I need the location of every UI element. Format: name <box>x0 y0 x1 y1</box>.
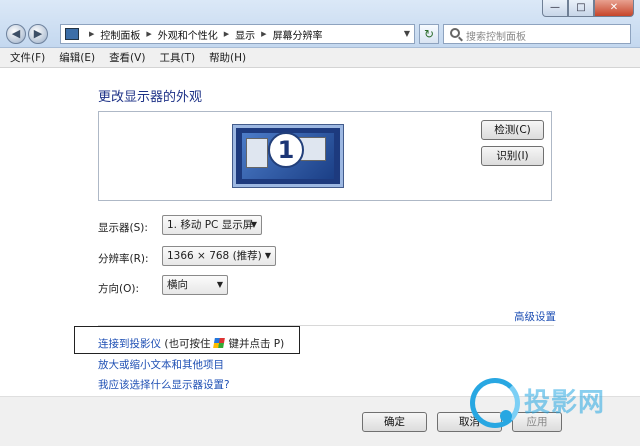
chevron-down-icon: ▼ <box>216 280 223 289</box>
back-icon: ◀ <box>11 27 21 40</box>
orientation-select[interactable]: 横向 ▼ <box>162 275 228 295</box>
minimize-button[interactable]: — <box>542 0 568 17</box>
menu-file[interactable]: 文件(F) <box>10 50 45 65</box>
resolution-select[interactable]: 1366 × 768 (推荐) ▼ <box>162 246 276 266</box>
watermark-text: 投影网 <box>524 388 606 418</box>
menu-bar: 文件(F) 编辑(E) 查看(V) 工具(T) 帮助(H) <box>0 48 640 68</box>
projector-row: 连接到投影仪 (也可按住 键并点击 P) <box>98 336 284 351</box>
breadcrumb-screen-resolution[interactable]: 屏幕分辨率 <box>273 27 323 42</box>
detect-button[interactable]: 检测(C) <box>481 120 544 140</box>
resolution-select-value: 1366 × 768 (推荐) <box>167 250 262 262</box>
chevron-down-icon: ▼ <box>264 251 271 260</box>
chevron-down-icon: ▼ <box>250 220 257 229</box>
back-button[interactable]: ◀ <box>6 24 26 44</box>
search-input[interactable]: 搜索控制面板 <box>443 24 631 44</box>
refresh-button[interactable]: ↻ <box>419 24 439 44</box>
advanced-settings-link[interactable]: 高级设置 <box>514 309 556 324</box>
menu-edit[interactable]: 编辑(E) <box>59 50 95 65</box>
search-icon <box>450 28 460 38</box>
text-size-link[interactable]: 放大或缩小文本和其他项目 <box>98 357 224 372</box>
monitor-icon[interactable]: 1 <box>233 125 343 187</box>
forward-icon: ▶ <box>33 27 43 40</box>
forward-button[interactable]: ▶ <box>28 24 48 44</box>
breadcrumb: ▶ 控制面板 ▶ 外观和个性化 ▶ 显示 ▶ 屏幕分辨率 <box>83 27 323 42</box>
refresh-icon: ↻ <box>423 27 435 41</box>
connect-projector-link[interactable]: 连接到投影仪 <box>98 338 161 350</box>
resolution-label: 分辨率(R): <box>98 253 149 265</box>
windows-key-icon <box>213 338 226 348</box>
display-select[interactable]: 1. 移动 PC 显示屏 ▼ <box>162 215 262 235</box>
orientation-label: 方向(O): <box>98 283 139 295</box>
watermark-logo: 投影网 <box>470 378 640 438</box>
display-select-value: 1. 移动 PC 显示屏 <box>167 219 254 231</box>
monitor-number: 1 <box>268 132 304 168</box>
page-title: 更改显示器的外观 <box>98 90 203 105</box>
maximize-button[interactable]: □ <box>568 0 594 17</box>
search-placeholder: 搜索控制面板 <box>466 32 526 43</box>
identify-button[interactable]: 识别(I) <box>481 146 544 166</box>
display-preview: 1 检测(C) 识别(I) <box>98 111 552 201</box>
breadcrumb-display[interactable]: 显示 <box>235 27 255 42</box>
menu-tools[interactable]: 工具(T) <box>159 50 195 65</box>
breadcrumb-appearance[interactable]: 外观和个性化 <box>158 27 218 42</box>
which-settings-link[interactable]: 我应该选择什么显示器设置? <box>98 377 230 392</box>
window-controls: — □ ✕ <box>542 0 634 17</box>
control-panel-icon <box>65 28 79 40</box>
ok-button[interactable]: 确定 <box>362 412 427 432</box>
main-content: 更改显示器的外观 1 检测(C) 识别(I) 显示器(S): 1. 移动 PC … <box>0 68 640 446</box>
close-button[interactable]: ✕ <box>594 0 634 17</box>
menu-help[interactable]: 帮助(H) <box>209 50 246 65</box>
menu-view[interactable]: 查看(V) <box>109 50 145 65</box>
display-label: 显示器(S): <box>98 222 148 234</box>
address-bar[interactable]: ▶ 控制面板 ▶ 外观和个性化 ▶ 显示 ▶ 屏幕分辨率 ▼ <box>60 24 415 44</box>
address-dropdown-icon[interactable]: ▼ <box>404 29 410 38</box>
projector-hint: (也可按住 键并点击 P) <box>164 338 285 350</box>
window-chrome: — □ ✕ ◀ ▶ ▶ 控制面板 ▶ 外观和个性化 ▶ 显示 ▶ 屏幕分辨率 ▼… <box>0 0 640 48</box>
orientation-select-value: 横向 <box>167 279 188 291</box>
breadcrumb-control-panel[interactable]: 控制面板 <box>100 27 140 42</box>
